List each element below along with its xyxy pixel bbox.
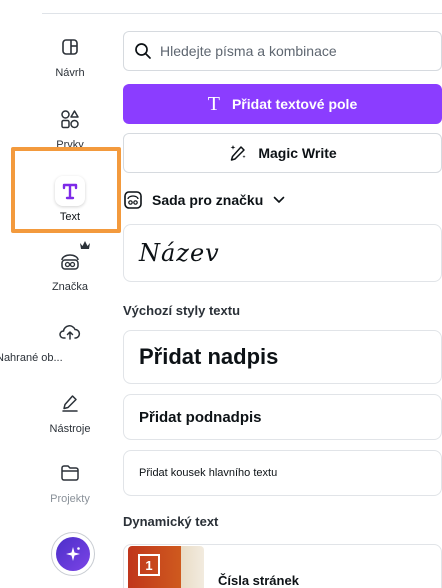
layout-icon: [55, 32, 85, 62]
dynamic-text-title: Dynamický text: [123, 514, 219, 529]
magic-write-label: Magic Write: [258, 145, 337, 161]
brand-kit-icon: [124, 191, 142, 209]
brand-icon: [55, 241, 90, 276]
text-panel: T Přidat textové pole Magic Write Sada p…: [123, 0, 442, 588]
add-heading-card[interactable]: Přidat nadpis: [123, 330, 442, 384]
add-textbox-label: Přidat textové pole: [231, 96, 358, 112]
default-styles-title: Výchozí styly textu: [123, 303, 241, 318]
page-numbers-label: Čísla stránek: [218, 572, 299, 588]
sidebar: Návrh Prvky Text Značka Nahrané ob... Ná…: [0, 14, 112, 588]
page-number-badge: 1: [138, 554, 160, 576]
add-body-text-card[interactable]: Přidat kousek hlavního textu: [123, 450, 442, 496]
search-box[interactable]: [123, 31, 442, 71]
sidebar-item-label: Nástroje: [49, 423, 91, 435]
sidebar-item-elements[interactable]: Prvky: [0, 104, 140, 151]
sidebar-item-text[interactable]: Text: [0, 176, 140, 223]
text-icon: [55, 176, 85, 206]
brand-kit-selector[interactable]: Sada pro značku: [123, 189, 285, 211]
magic-pen-icon: [230, 145, 246, 161]
elements-icon: [55, 104, 85, 134]
sidebar-item-tools[interactable]: Nástroje: [0, 388, 140, 435]
sidebar-item-label: Nahrané ob...: [0, 352, 63, 364]
add-body-text-label: Přidat kousek hlavního textu: [139, 467, 278, 479]
sidebar-item-uploads[interactable]: Nahrané ob...: [0, 317, 140, 364]
brand-kit-label: Sada pro značku: [152, 192, 264, 208]
page-numbers-thumbnail: 1: [128, 546, 204, 588]
magic-button[interactable]: [51, 532, 95, 576]
sidebar-item-label: Návrh: [55, 67, 85, 79]
crown-icon: [80, 241, 90, 249]
magic-write-button[interactable]: Magic Write: [123, 133, 442, 173]
folder-icon: [55, 458, 85, 488]
upload-cloud-icon: [55, 317, 85, 347]
page-numbers-card[interactable]: 1 Čísla stránek: [123, 544, 442, 588]
sidebar-item-label: Značka: [51, 281, 89, 293]
add-heading-label: Přidat nadpis: [139, 344, 279, 369]
sidebar-item-projects[interactable]: Projekty: [0, 458, 140, 505]
search-icon: [135, 43, 151, 59]
add-subheading-label: Přidat podnadpis: [139, 408, 262, 426]
sidebar-item-design[interactable]: Návrh: [0, 32, 140, 79]
sparkle-icon: [56, 537, 90, 571]
sidebar-item-label: Projekty: [50, 493, 90, 505]
sidebar-item-label: Text: [59, 211, 81, 223]
text-glyph-icon: T: [207, 92, 220, 115]
draw-tools-icon: [55, 388, 85, 418]
add-subheading-card[interactable]: Přidat podnadpis: [123, 394, 442, 440]
sidebar-item-label: Prvky: [56, 139, 84, 151]
chevron-down-icon: [273, 196, 285, 203]
search-input[interactable]: [160, 43, 420, 59]
brand-sample-text: Název: [139, 239, 220, 267]
sidebar-item-brand[interactable]: Značka: [0, 241, 140, 293]
add-textbox-button[interactable]: T Přidat textové pole: [123, 84, 442, 124]
brand-font-sample[interactable]: Název: [123, 224, 442, 282]
